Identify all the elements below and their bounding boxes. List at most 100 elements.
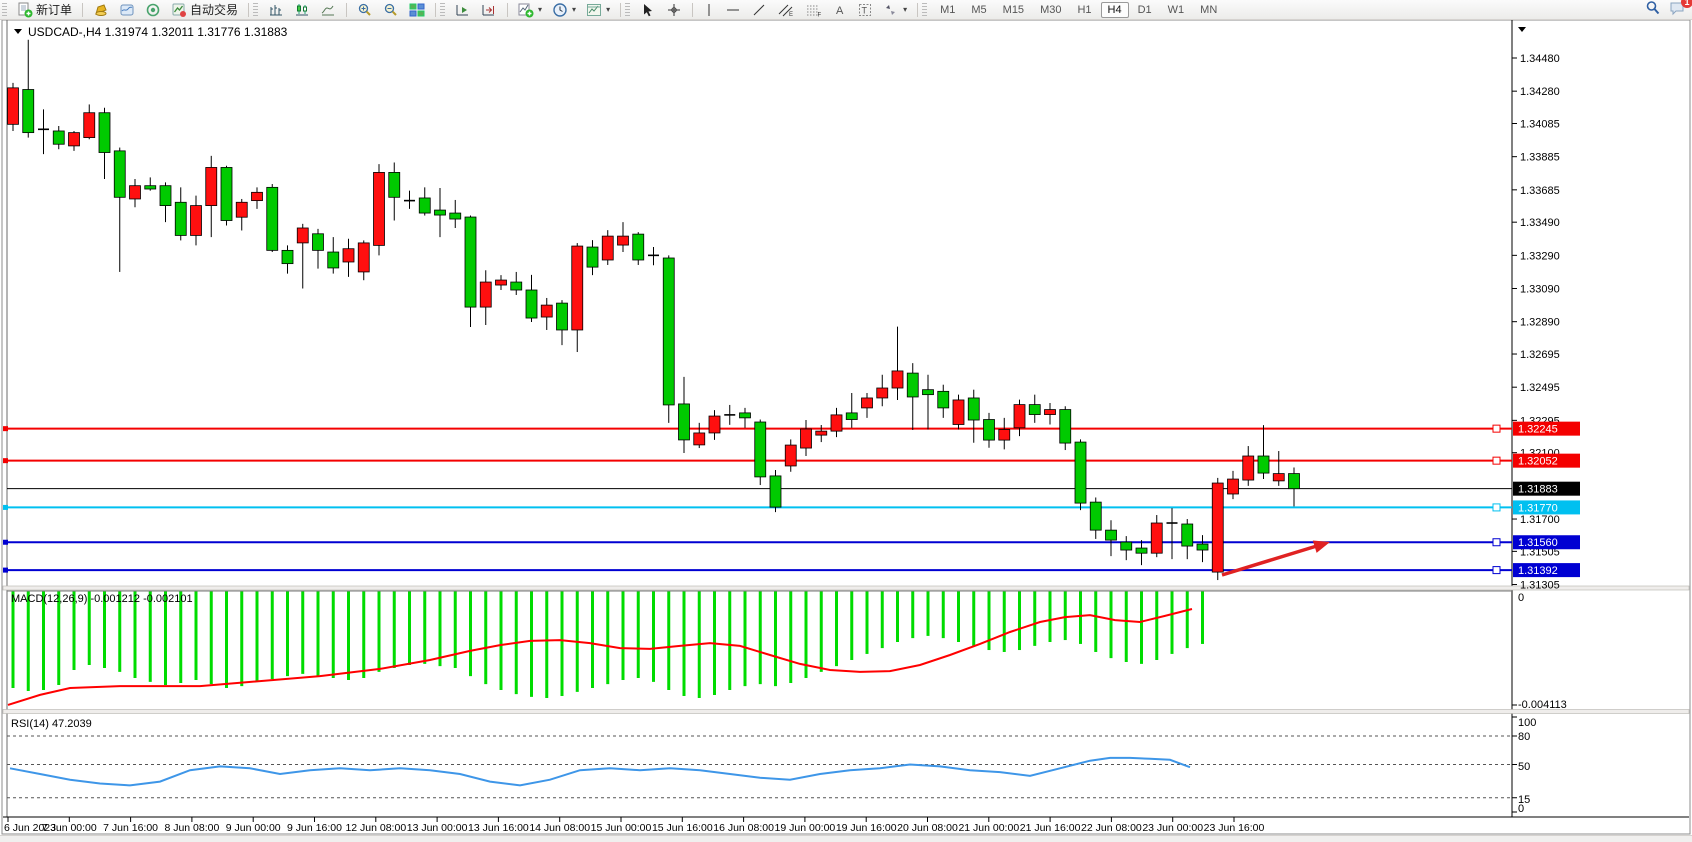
svg-text:F: F: [818, 12, 822, 18]
candle-bull: [8, 88, 19, 124]
timeframe-h1-button[interactable]: H1: [1070, 2, 1098, 18]
candle-bull: [709, 416, 720, 433]
zoom-in-button[interactable]: [352, 0, 378, 20]
macd-axis-zero: 0: [1518, 592, 1524, 604]
line-right-anchor[interactable]: [1493, 539, 1500, 546]
chart-canvas[interactable]: 1.344801.342801.340851.338851.336851.334…: [0, 0, 1692, 841]
timeframe-h4-button[interactable]: H4: [1101, 2, 1129, 18]
timeframe-mn-button[interactable]: MN: [1193, 2, 1224, 18]
templates-button[interactable]: ▾: [581, 0, 615, 20]
line-left-anchor[interactable]: [3, 540, 8, 545]
notification-badge: 1: [1681, 0, 1692, 8]
candle-bear: [1075, 442, 1086, 503]
candle-bull: [206, 167, 217, 205]
candle-bear: [1029, 405, 1040, 415]
time-label: 12 Jun 08:00: [345, 822, 406, 834]
candle-bull: [69, 133, 80, 146]
candle-bear: [328, 252, 339, 268]
periods-button[interactable]: ▾: [547, 0, 581, 20]
auto-trading-button[interactable]: 自动交易: [166, 0, 243, 20]
chart-title: USDCAD-,H4 1.31974 1.32011 1.31776 1.318…: [28, 25, 288, 39]
arrows-tool-button[interactable]: ▾: [878, 0, 912, 20]
periods-caret-icon[interactable]: ▾: [572, 5, 576, 14]
auto-trading-label: 自动交易: [190, 1, 238, 18]
candle-bull: [602, 236, 613, 260]
channel-tool-button[interactable]: E: [772, 0, 800, 20]
price-tick-label: 1.32495: [1520, 382, 1560, 394]
auto-scroll-button[interactable]: [450, 0, 476, 20]
templates-caret-icon[interactable]: ▾: [606, 5, 610, 14]
rsi-axis-label: 0: [1518, 803, 1524, 815]
trendline-tool-button[interactable]: [746, 0, 772, 20]
svg-text:T: T: [862, 5, 868, 15]
price-tick-label: 1.32890: [1520, 317, 1560, 329]
text-tool-button[interactable]: A: [828, 0, 852, 20]
macd-axis-min: -0.004113: [1518, 699, 1567, 711]
fibonacci-tool-button[interactable]: F: [800, 0, 828, 20]
rsi-panel-splitter[interactable]: [3, 710, 1689, 714]
line-right-anchor[interactable]: [1493, 504, 1500, 511]
candle-bull: [343, 249, 354, 262]
indicators-button[interactable]: ▾: [513, 0, 547, 20]
horizontal-line-tool-button[interactable]: [720, 0, 746, 20]
rsi-axis-label: 80: [1518, 731, 1530, 743]
arrows-caret-icon[interactable]: ▾: [903, 5, 907, 14]
time-label: 20 Jun 08:00: [897, 822, 958, 834]
svg-text:A: A: [836, 5, 844, 17]
candle-bull: [892, 371, 903, 388]
text-label-tool-button[interactable]: T: [852, 0, 878, 20]
line-left-anchor[interactable]: [3, 458, 8, 463]
zoom-out-button[interactable]: [378, 0, 404, 20]
indicators-icon: [518, 2, 534, 18]
candle-bear: [1182, 524, 1193, 546]
vertical-line-tool-button[interactable]: [698, 0, 720, 20]
line-left-anchor[interactable]: [3, 505, 8, 510]
crosshair-icon: [666, 2, 682, 18]
cursor-tool-button[interactable]: [635, 0, 661, 20]
candle-bear: [846, 413, 857, 420]
time-label: 15 Jun 16:00: [652, 822, 713, 834]
tile-windows-button[interactable]: [404, 0, 430, 20]
candle-bear: [923, 390, 934, 395]
line-right-anchor[interactable]: [1493, 457, 1500, 464]
toolbar-drag-handle[interactable]: [2, 3, 7, 17]
time-label: 19 Jun 16:00: [836, 822, 897, 834]
price-tick-label: 1.34280: [1520, 86, 1560, 98]
svg-text:E: E: [789, 12, 793, 18]
candle-chart-button[interactable]: [289, 0, 315, 20]
crosshair-tool-button[interactable]: [661, 0, 687, 20]
bar-chart-button[interactable]: [263, 0, 289, 20]
time-label: 13 Jun 16:00: [468, 822, 529, 834]
candle-bear: [221, 167, 232, 220]
candle-bull: [358, 243, 369, 272]
signal-icon: [145, 2, 161, 18]
timeframe-m30-button[interactable]: M30: [1033, 2, 1068, 18]
chart-shift-button[interactable]: [476, 0, 502, 20]
market-watch-button[interactable]: [114, 0, 140, 20]
line-right-anchor[interactable]: [1493, 567, 1500, 574]
timeframe-d1-button[interactable]: D1: [1131, 2, 1159, 18]
indicators-caret-icon[interactable]: ▾: [538, 5, 542, 14]
trendline-icon: [751, 2, 767, 18]
time-label: 22 Jun 08:00: [1081, 822, 1142, 834]
timeframe-w1-button[interactable]: W1: [1161, 2, 1192, 18]
new-order-button[interactable]: 新订单: [12, 0, 77, 20]
auto-trading-icon: [171, 2, 187, 18]
search-icon[interactable]: [1645, 0, 1661, 19]
time-label: 14 Jun 08:00: [529, 822, 590, 834]
signal-button[interactable]: [140, 0, 166, 20]
line-left-anchor[interactable]: [3, 426, 8, 431]
cursor-icon: [640, 2, 656, 18]
history-center-button[interactable]: [88, 0, 114, 20]
line-right-anchor[interactable]: [1493, 425, 1500, 432]
line-left-anchor[interactable]: [3, 568, 8, 573]
timeframe-m1-button[interactable]: M1: [933, 2, 962, 18]
timeframe-m15-button[interactable]: M15: [996, 2, 1031, 18]
line-chart-button[interactable]: [315, 0, 341, 20]
macd-panel-splitter[interactable]: [3, 586, 1689, 590]
price-tick-label: 1.33490: [1520, 217, 1560, 229]
timeframe-m5-button[interactable]: M5: [964, 2, 993, 18]
candle-bear: [1258, 456, 1269, 473]
zoom-out-icon: [383, 2, 399, 18]
notifications-button[interactable]: 1: [1669, 0, 1686, 19]
